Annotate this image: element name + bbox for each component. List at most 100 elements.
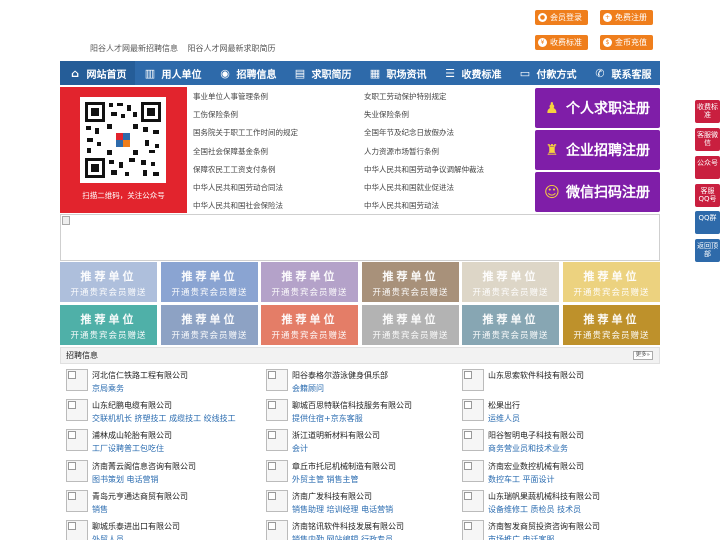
company-name[interactable]: 山东思索软件科技有限公司 — [488, 370, 584, 381]
news-link[interactable]: 中华人民共和国社会保险法 — [193, 197, 298, 215]
recommended-employer-tile[interactable]: 推荐单位 开通贵宾会员赠送 — [161, 262, 258, 302]
job-positions[interactable]: 销售助理 培训经理 电话营销 — [292, 504, 393, 515]
side-fee-button[interactable]: 收费标准 — [695, 100, 720, 123]
personal-register-button[interactable]: ♟ 个人求职注册 — [535, 88, 660, 128]
nav-home[interactable]: ⌂ 网站首页 — [60, 61, 135, 85]
news-link[interactable]: 中华人民共和国劳动争议调解仲裁法 — [364, 161, 484, 179]
company-logo[interactable] — [462, 429, 484, 452]
company-name[interactable]: 阳谷泰格尔游泳健身俱乐部 — [292, 370, 388, 381]
company-logo[interactable] — [66, 399, 88, 422]
side-qq-group-button[interactable]: QQ群 — [695, 211, 720, 234]
job-positions[interactable]: 外贸人员 — [92, 534, 124, 540]
job-positions[interactable]: 京局乘务 — [92, 383, 124, 394]
company-logo[interactable] — [266, 459, 288, 482]
company-name[interactable]: 章丘市托尼机械制造有限公司 — [292, 461, 396, 472]
company-name[interactable]: 青岛元亨通达商贸有限公司 — [92, 491, 188, 502]
job-positions[interactable]: 销售内勤 网站编辑 行政专员 — [292, 534, 393, 540]
news-link[interactable]: 中华人民共和国劳动合同法 — [193, 179, 298, 197]
recommended-employer-tile[interactable]: 推荐单位 开通贵宾会员赠送 — [60, 262, 157, 302]
company-logo[interactable] — [462, 459, 484, 482]
recommended-employer-tile[interactable]: 推荐单位 开通贵宾会员赠送 — [261, 305, 358, 345]
recommended-employer-tile[interactable]: 推荐单位 开通贵宾会员赠送 — [462, 305, 559, 345]
company-logo[interactable] — [66, 369, 88, 391]
company-name[interactable]: 聊城乐泰进出口有限公司 — [92, 521, 180, 532]
news-link[interactable]: 全国年节及纪念日放假办法 — [364, 124, 484, 142]
company-name[interactable]: 浙江道明新材料有限公司 — [292, 430, 380, 441]
recommended-employer-tile[interactable]: 推荐单位 开通贵宾会员赠送 — [362, 262, 459, 302]
company-name[interactable]: 阳谷智明电子科技有限公司 — [488, 430, 584, 441]
job-positions[interactable]: 数控车工 平面设计 — [488, 474, 555, 485]
job-positions[interactable]: 交联机机长 挤塑技工 成缆技工 绞线技工 — [92, 413, 236, 424]
company-logo[interactable] — [266, 489, 288, 512]
news-link[interactable]: 失业保险条例 — [364, 106, 484, 124]
recommended-employer-tile[interactable]: 推荐单位 开通贵宾会员赠送 — [362, 305, 459, 345]
company-logo[interactable] — [266, 520, 288, 540]
news-link[interactable]: 国务院关于职工工作时间的规定 — [193, 124, 298, 142]
recommended-employer-tile[interactable]: 推荐单位 开通贵宾会员赠送 — [563, 262, 660, 302]
company-logo[interactable] — [266, 399, 288, 422]
company-logo[interactable] — [66, 429, 88, 452]
company-name[interactable]: 河北信仁铁路工程有限公司 — [92, 370, 188, 381]
company-name[interactable]: 济南智发商贸投资咨询有限公司 — [488, 521, 600, 532]
company-logo[interactable] — [66, 459, 88, 482]
nav-pricing[interactable]: ☰ 收费标准 — [435, 61, 510, 85]
job-positions[interactable]: 会计 — [292, 443, 308, 454]
company-name[interactable]: 浦林成山轮胎有限公司 — [92, 430, 172, 441]
nav-news[interactable]: ▦ 职场资讯 — [360, 61, 435, 85]
job-positions[interactable]: 提供住宿+京东客服 — [292, 413, 363, 424]
job-positions[interactable]: 工厂设聘普工包吃住 — [92, 443, 164, 454]
job-positions[interactable]: 会籍顾问 — [292, 383, 324, 394]
job-positions[interactable]: 销售 — [92, 504, 108, 515]
company-logo[interactable] — [462, 369, 484, 391]
side-qq-button[interactable]: 客服QQ号 — [695, 184, 720, 207]
news-link[interactable]: 保障农民工工资支付条例 — [193, 161, 298, 179]
more-link[interactable]: 更多» — [632, 351, 653, 360]
company-name[interactable]: 济南广发科技有限公司 — [292, 491, 372, 502]
company-name[interactable]: 济南菁云阁信息咨询有限公司 — [92, 461, 196, 472]
company-logo[interactable] — [266, 369, 288, 391]
company-logo[interactable] — [462, 399, 484, 422]
wechat-register-button[interactable]: ☺ 微信扫码注册 — [535, 172, 660, 212]
member-login-button[interactable]: ● 会员登录 — [535, 10, 588, 25]
recommended-employer-tile[interactable]: 推荐单位 开通贵宾会员赠送 — [60, 305, 157, 345]
company-name[interactable]: 松果出行 — [488, 400, 520, 411]
company-name[interactable]: 山东瑞帆果蔬机械科技有限公司 — [488, 491, 600, 502]
company-name[interactable]: 济南宏业数控机械有限公司 — [488, 461, 584, 472]
company-logo[interactable] — [462, 489, 484, 512]
company-logo[interactable] — [266, 429, 288, 452]
job-positions[interactable]: 图书策划 电话营销 — [92, 474, 159, 485]
banner-image[interactable] — [60, 214, 660, 261]
company-logo[interactable] — [66, 520, 88, 540]
recommended-employer-tile[interactable]: 推荐单位 开通贵宾会员赠送 — [161, 305, 258, 345]
news-link[interactable]: 中华人民共和国劳动法 — [364, 197, 484, 215]
recommended-employer-tile[interactable]: 推荐单位 开通贵宾会员赠送 — [261, 262, 358, 302]
nav-contact[interactable]: ✆ 联系客服 — [585, 61, 660, 85]
job-positions[interactable]: 设备维修工 质检员 技术员 — [488, 504, 581, 515]
recommended-employer-tile[interactable]: 推荐单位 开通贵宾会员赠送 — [462, 262, 559, 302]
seo-link-jobs[interactable]: 阳谷人才网最新招聘信息 — [90, 44, 178, 53]
job-positions[interactable]: 市场推广 电话客服 — [488, 534, 555, 540]
nav-resumes[interactable]: ▤ 求职简历 — [285, 61, 360, 85]
company-logo[interactable] — [66, 489, 88, 512]
back-to-top-button[interactable]: 返回顶部 — [695, 239, 720, 262]
news-link[interactable]: 中华人民共和国就业促进法 — [364, 179, 484, 197]
news-link[interactable]: 工伤保险条例 — [193, 106, 298, 124]
job-positions[interactable]: 商务营业员和技术业务 — [488, 443, 568, 454]
news-link[interactable]: 人力资源市场暂行条例 — [364, 143, 484, 161]
fee-standard-button[interactable]: ¥ 收费标准 — [535, 35, 588, 50]
free-register-button[interactable]: + 免费注册 — [600, 10, 653, 25]
news-link[interactable]: 事业单位人事管理条例 — [193, 88, 298, 106]
recommended-employer-tile[interactable]: 推荐单位 开通贵宾会员赠送 — [563, 305, 660, 345]
company-register-button[interactable]: ♜ 企业招聘注册 — [535, 130, 660, 170]
seo-link-resumes[interactable]: 阳谷人才网最新求职简历 — [188, 44, 276, 53]
side-wechat-button[interactable]: 客服微信 — [695, 128, 720, 151]
job-positions[interactable]: 外贸主管 销售主管 — [292, 474, 359, 485]
nav-payment[interactable]: ▭ 付款方式 — [510, 61, 585, 85]
nav-recruitment[interactable]: ◉ 招聘信息 — [210, 61, 285, 85]
news-link[interactable]: 女职工劳动保护特别规定 — [364, 88, 484, 106]
news-link[interactable]: 全国社会保障基金条例 — [193, 143, 298, 161]
job-positions[interactable]: 运维人员 — [488, 413, 520, 424]
company-logo[interactable] — [462, 520, 484, 540]
company-name[interactable]: 聊城百思特联信科技服务有限公司 — [292, 400, 412, 411]
company-name[interactable]: 山东纪鹏电缆有限公司 — [92, 400, 172, 411]
